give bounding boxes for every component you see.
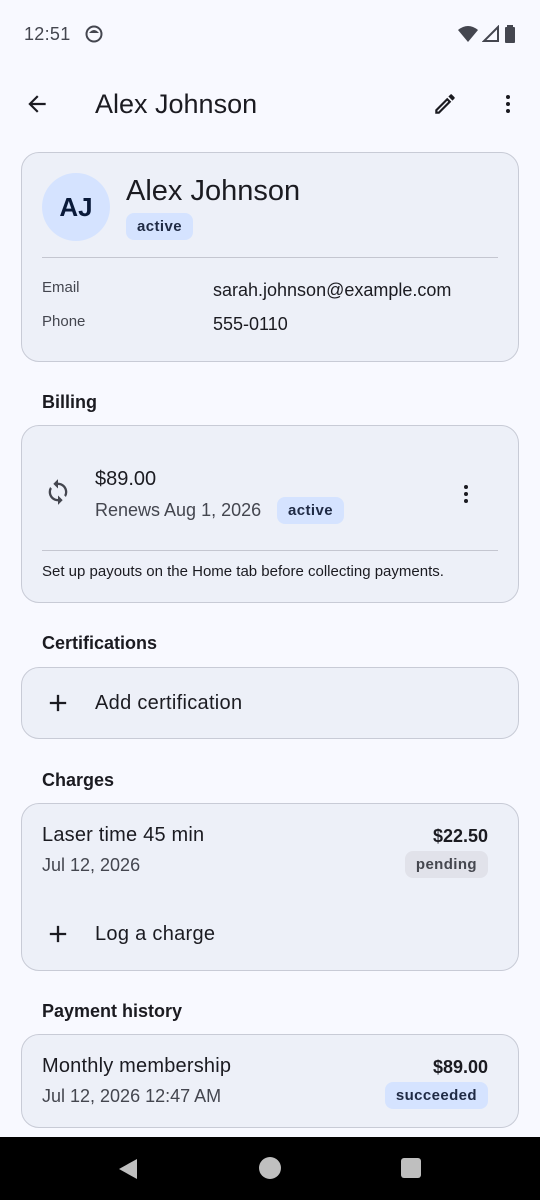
edit-button[interactable] (421, 80, 469, 128)
billing-note: Set up payouts on the Home tab before co… (42, 563, 444, 580)
notification-app-icon (85, 25, 103, 43)
sync-icon (48, 479, 68, 505)
email-label: Email (42, 279, 80, 296)
divider (42, 550, 498, 551)
log-charge-button[interactable]: Log a charge (22, 904, 518, 964)
payment-status-badge: succeeded (384, 1082, 488, 1109)
billing-status-badge: active (277, 497, 344, 524)
top-app-bar: Alex Johnson (0, 68, 540, 140)
more-options-button[interactable] (484, 80, 532, 128)
billing-section-title: Billing (42, 392, 97, 412)
billing-card[interactable]: $89.00 Renews Aug 1, 2026 active Set up … (21, 425, 519, 603)
charges-card: Laser time 45 min Jul 12, 2026 $22.50 pe… (21, 803, 519, 971)
nav-back-icon[interactable] (118, 1158, 138, 1180)
profile-name: Alex Johnson (126, 175, 301, 207)
status-badge: active (126, 213, 193, 240)
status-bar: 12:51 (0, 0, 540, 68)
charges-section-title: Charges (42, 770, 115, 790)
nav-recents-icon[interactable] (401, 1158, 421, 1178)
profile-card: AJ Alex Johnson active Email sarah.johns… (21, 152, 519, 362)
cell-signal-icon (482, 25, 499, 42)
email-value[interactable]: sarah.johnson@example.com (213, 280, 451, 301)
status-time: 12:51 (24, 23, 71, 44)
phone-value[interactable]: 555-0110 (213, 314, 288, 335)
battery-icon (505, 25, 515, 43)
avatar: AJ (42, 173, 110, 241)
certifications-section-title: Certifications (42, 633, 158, 653)
log-charge-label: Log a charge (95, 922, 216, 945)
plus-icon (49, 925, 67, 943)
charge-date: Jul 12, 2026 (42, 855, 141, 875)
system-navigation-bar (0, 1137, 540, 1200)
back-button[interactable] (13, 80, 61, 128)
phone-label: Phone (42, 313, 86, 330)
add-certification-label: Add certification (95, 691, 243, 714)
billing-more-button[interactable] (442, 470, 490, 518)
payment-history-section-title: Payment history (42, 1001, 183, 1021)
back-arrow-icon (28, 95, 46, 113)
plus-icon (49, 694, 67, 712)
page-title: Alex Johnson (95, 88, 258, 119)
billing-amount: $89.00 (95, 468, 157, 490)
payment-amount: $89.00 (432, 1057, 488, 1077)
add-certification-button[interactable]: Add certification (21, 667, 519, 739)
more-vert-icon (464, 485, 468, 503)
nav-home-icon[interactable] (259, 1157, 281, 1179)
charge-title: Laser time 45 min (42, 824, 205, 846)
edit-pencil-icon (435, 94, 455, 114)
payment-title: Monthly membership (42, 1055, 232, 1077)
payment-date: Jul 12, 2026 12:47 AM (42, 1086, 222, 1106)
more-vert-icon (506, 95, 510, 113)
divider (42, 257, 498, 258)
charge-amount: $22.50 (432, 826, 488, 846)
billing-renewal-date: Renews Aug 1, 2026 (95, 500, 262, 520)
wifi-icon (458, 26, 478, 42)
charge-status-badge: pending (404, 851, 488, 878)
payment-history-card: Monthly membership Jul 12, 2026 12:47 AM… (21, 1034, 519, 1128)
